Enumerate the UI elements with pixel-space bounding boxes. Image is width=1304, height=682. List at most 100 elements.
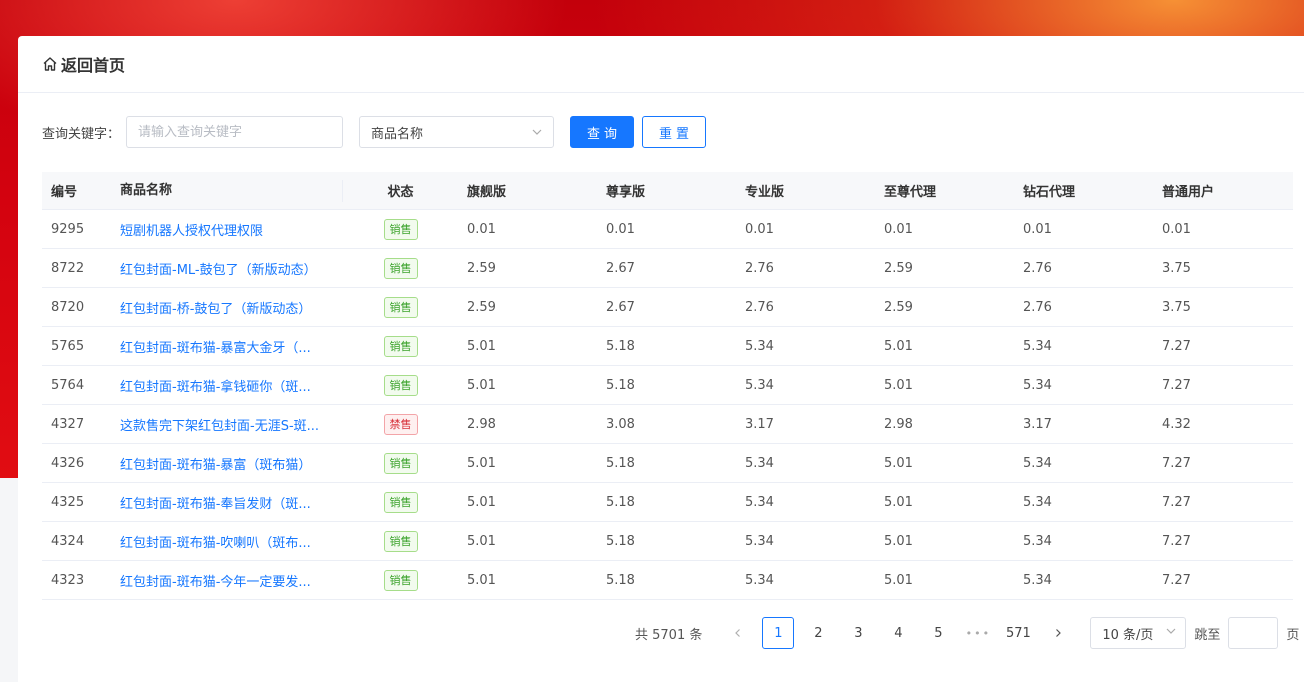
product-name-link[interactable]: 红包封面-斑布猫-奉旨发财（斑... xyxy=(111,493,343,512)
price-regular-user: 7.27 xyxy=(1162,494,1191,510)
price-pro: 5.34 xyxy=(745,533,774,549)
status-cell: 销售 xyxy=(343,569,458,591)
search-field-select-value: 商品名称 xyxy=(371,126,424,142)
price-premium: 5.18 xyxy=(606,494,635,510)
price-regular-user: 3.75 xyxy=(1162,260,1191,276)
product-table: 编号 商品名称 状态 旗舰版 尊享版 专业版 至尊代理 钻石代理 普通用户 92… xyxy=(42,172,1293,600)
product-name-link[interactable]: 红包封面-桥-鼓包了（新版动态） xyxy=(111,298,343,317)
price-pro: 5.34 xyxy=(745,338,774,354)
price-supreme-agent: 2.59 xyxy=(884,260,913,276)
column-header-pro: 专业版 xyxy=(745,185,785,200)
row-id: 8720 xyxy=(51,299,85,315)
price-premium: 3.08 xyxy=(606,416,635,432)
status-badge: 禁售 xyxy=(383,413,418,435)
search-field-select[interactable]: 商品名称 xyxy=(359,116,554,148)
page-2-button[interactable]: 2 xyxy=(802,617,834,649)
status-cell: 销售 xyxy=(343,218,458,240)
back-home-label: 返回首页 xyxy=(61,56,126,75)
query-button[interactable]: 查询 xyxy=(570,116,634,148)
page-size-select[interactable]: 10 条/页 xyxy=(1090,617,1187,649)
product-name-link[interactable]: 红包封面-斑布猫-拿钱砸你（斑... xyxy=(111,376,343,395)
page-1-button[interactable]: 1 xyxy=(762,617,795,649)
status-cell: 销售 xyxy=(343,530,458,552)
price-pro: 5.34 xyxy=(745,455,774,471)
table-row: 8722 红包封面-ML-鼓包了（新版动态） 销售 2.59 2.67 2.76… xyxy=(42,249,1293,288)
price-pro: 5.34 xyxy=(745,377,774,393)
product-name-link[interactable]: 红包封面-斑布猫-吹喇叭（斑布... xyxy=(111,532,343,551)
page-5-button[interactable]: 5 xyxy=(922,617,954,649)
column-header-id: 编号 xyxy=(51,185,78,200)
price-diamond-agent: 5.34 xyxy=(1023,377,1052,393)
price-pro: 5.34 xyxy=(745,572,774,588)
price-flagship: 2.59 xyxy=(467,299,496,315)
product-name-link[interactable]: 这款售完下架红包封面-无涯S-斑... xyxy=(111,415,343,434)
price-premium: 2.67 xyxy=(606,299,635,315)
price-regular-user: 7.27 xyxy=(1162,572,1191,588)
product-name-link[interactable]: 红包封面-斑布猫-暴富（斑布猫） xyxy=(111,454,343,473)
price-diamond-agent: 5.34 xyxy=(1023,494,1052,510)
table-row: 4326 红包封面-斑布猫-暴富（斑布猫） 销售 5.01 5.18 5.34 … xyxy=(42,444,1293,483)
table-row: 9295 短剧机器人授权代理权限 销售 0.01 0.01 0.01 0.01 … xyxy=(42,210,1293,249)
price-premium: 0.01 xyxy=(606,221,635,237)
product-name-link[interactable]: 红包封面-斑布猫-暴富大金牙（... xyxy=(111,337,343,356)
price-flagship: 5.01 xyxy=(467,572,496,588)
price-flagship: 5.01 xyxy=(467,377,496,393)
row-id: 4324 xyxy=(51,533,85,549)
status-badge: 销售 xyxy=(383,452,418,474)
column-header-premium: 尊享版 xyxy=(606,185,646,200)
price-pro: 5.34 xyxy=(745,494,774,510)
column-header-diamond-agent: 钻石代理 xyxy=(1023,185,1076,200)
column-header-supreme-agent: 至尊代理 xyxy=(884,185,937,200)
column-header-flagship: 旗舰版 xyxy=(467,185,507,200)
reset-button[interactable]: 重置 xyxy=(642,116,706,148)
status-badge: 销售 xyxy=(383,374,418,396)
product-name-link[interactable]: 红包封面-ML-鼓包了（新版动态） xyxy=(111,259,343,278)
chevron-down-icon xyxy=(1165,625,1177,641)
pagination: 共 5701 条 1 2 3 4 5 ••• 571 10 条/页 跳至 页 xyxy=(635,617,1299,649)
row-id: 8722 xyxy=(51,260,85,276)
product-name-link[interactable]: 短剧机器人授权代理权限 xyxy=(111,220,343,239)
total-count: 共 5701 条 xyxy=(635,627,703,643)
status-cell: 销售 xyxy=(343,491,458,513)
price-regular-user: 3.75 xyxy=(1162,299,1191,315)
last-page-button[interactable]: 571 xyxy=(1002,617,1034,649)
price-premium: 5.18 xyxy=(606,377,635,393)
price-supreme-agent: 2.98 xyxy=(884,416,913,432)
status-badge: 销售 xyxy=(383,296,418,318)
table-row: 8720 红包封面-桥-鼓包了（新版动态） 销售 2.59 2.67 2.76 … xyxy=(42,288,1293,327)
price-supreme-agent: 2.59 xyxy=(884,299,913,315)
page-unit-label: 页 xyxy=(1286,627,1300,643)
status-cell: 禁售 xyxy=(343,413,458,435)
more-pages-ellipsis[interactable]: ••• xyxy=(962,617,994,649)
row-id: 4327 xyxy=(51,416,85,432)
status-cell: 销售 xyxy=(343,452,458,474)
row-id: 4326 xyxy=(51,455,85,471)
price-diamond-agent: 0.01 xyxy=(1023,221,1052,237)
price-regular-user: 7.27 xyxy=(1162,377,1191,393)
search-input[interactable] xyxy=(126,116,343,148)
table-row: 5764 红包封面-斑布猫-拿钱砸你（斑... 销售 5.01 5.18 5.3… xyxy=(42,366,1293,405)
chevron-right-icon xyxy=(1056,629,1062,637)
price-diamond-agent: 3.17 xyxy=(1023,416,1052,432)
back-home-link[interactable]: 返回首页 xyxy=(42,52,125,76)
price-regular-user: 7.27 xyxy=(1162,455,1191,471)
price-regular-user: 0.01 xyxy=(1162,221,1191,237)
chevron-down-icon xyxy=(531,126,543,138)
status-cell: 销售 xyxy=(343,257,458,279)
product-name-link[interactable]: 红包封面-斑布猫-今年一定要发... xyxy=(111,571,343,590)
price-supreme-agent: 0.01 xyxy=(884,221,913,237)
price-regular-user: 7.27 xyxy=(1162,533,1191,549)
price-flagship: 5.01 xyxy=(467,455,496,471)
page-3-button[interactable]: 3 xyxy=(842,617,874,649)
jump-label: 跳至 xyxy=(1194,627,1221,643)
page-4-button[interactable]: 4 xyxy=(882,617,914,649)
price-supreme-agent: 5.01 xyxy=(884,338,913,354)
price-diamond-agent: 5.34 xyxy=(1023,572,1052,588)
jump-page-input[interactable] xyxy=(1228,617,1279,649)
prev-page-button[interactable] xyxy=(722,617,754,649)
price-flagship: 0.01 xyxy=(467,221,496,237)
main-card: 返回首页 查询关键字： 商品名称 查询 重置 编号 商品名称 状态 旗舰版 尊享… xyxy=(18,36,1304,682)
next-page-button[interactable] xyxy=(1042,617,1074,649)
table-row: 4324 红包封面-斑布猫-吹喇叭（斑布... 销售 5.01 5.18 5.3… xyxy=(42,522,1293,561)
status-badge: 销售 xyxy=(383,218,418,240)
